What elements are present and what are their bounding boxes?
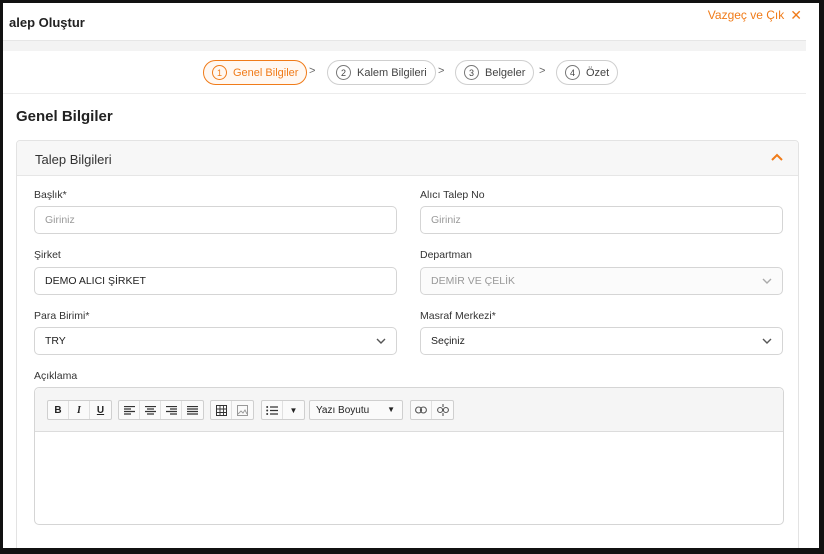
italic-button[interactable]: I: [69, 401, 90, 419]
chevron-right-icon: >: [309, 65, 316, 77]
chevron-down-icon: [762, 278, 772, 284]
insert-link-button[interactable]: [411, 401, 432, 419]
stepper: 1 Genel Bilgiler > 2 Kalem Bilgileri > 3…: [3, 51, 806, 94]
link-group: [410, 400, 454, 420]
unlink-icon: [436, 404, 449, 416]
close-icon: ✕: [790, 7, 802, 23]
step-label: Özet: [586, 66, 610, 79]
card-header[interactable]: Talep Bilgileri: [17, 141, 798, 176]
editor-content-area[interactable]: [35, 432, 783, 524]
font-size-select[interactable]: Yazı Boyutu ▼: [309, 400, 403, 420]
cancel-exit-label: Vazgeç ve Çık: [707, 8, 785, 22]
card-title: Talep Bilgileri: [35, 152, 112, 167]
step-ozet[interactable]: 4 Özet: [556, 60, 619, 85]
align-center-icon: [144, 405, 156, 415]
alignment-group: [118, 400, 204, 420]
insert-table-button[interactable]: [211, 401, 232, 419]
bullet-list-button[interactable]: [262, 401, 283, 419]
section-title: Genel Bilgiler: [16, 108, 113, 125]
sirket-value: DEMO ALICI ŞİRKET: [45, 275, 146, 287]
insert-image-button[interactable]: [232, 401, 253, 419]
bold-button[interactable]: B: [48, 401, 69, 419]
baslik-placeholder: Giriniz: [45, 214, 75, 226]
editor-toolbar: B I U ▼ Yazı Boyutu ▼: [35, 388, 783, 432]
unlink-button[interactable]: [432, 401, 453, 419]
font-size-label: Yazı Boyutu: [316, 404, 370, 416]
rich-text-editor: B I U ▼ Yazı Boyutu ▼: [34, 387, 784, 525]
alici-talep-no-label: Alıcı Talep No: [420, 189, 485, 201]
link-icon: [415, 406, 427, 414]
top-bar: alep Oluştur Vazgeç ve Çık ✕: [3, 3, 806, 41]
chevron-right-icon: >: [438, 65, 445, 77]
step-label: Belgeler: [485, 66, 526, 79]
text-style-group: B I U: [47, 400, 112, 420]
alici-talep-no-input[interactable]: Giriniz: [420, 206, 783, 234]
align-right-button[interactable]: [161, 401, 182, 419]
para-birimi-select[interactable]: TRY: [34, 327, 397, 355]
step-number: 1: [212, 65, 227, 80]
app-window: alep Oluştur Vazgeç ve Çık ✕ 1 Genel Bil…: [0, 0, 824, 554]
step-number: 2: [336, 65, 351, 80]
insert-group: [210, 400, 254, 420]
page-title: alep Oluştur: [9, 15, 85, 30]
chevron-down-icon: [376, 338, 386, 344]
step-kalem-bilgileri[interactable]: 2 Kalem Bilgileri: [327, 60, 436, 85]
masraf-merkezi-select[interactable]: Seçiniz: [420, 327, 783, 355]
alici-talep-no-placeholder: Giriniz: [431, 214, 461, 226]
departman-value: DEMİR VE ÇELİK: [431, 275, 516, 287]
sirket-input[interactable]: DEMO ALICI ŞİRKET: [34, 267, 397, 295]
aciklama-label: Açıklama: [34, 370, 78, 382]
justify-icon: [187, 405, 198, 415]
chevron-up-icon[interactable]: [770, 150, 784, 164]
baslik-input[interactable]: Giriniz: [34, 206, 397, 234]
masraf-merkezi-label: Masraf Merkezi*: [420, 310, 496, 322]
para-birimi-value: TRY: [45, 335, 66, 347]
bullet-list-icon: [266, 405, 278, 415]
departman-label: Departman: [420, 249, 472, 261]
para-birimi-label: Para Birimi*: [34, 310, 90, 322]
step-number: 4: [565, 65, 580, 80]
align-left-icon: [123, 405, 135, 415]
align-left-button[interactable]: [119, 401, 140, 419]
justify-button[interactable]: [182, 401, 203, 419]
sirket-label: Şirket: [34, 249, 61, 261]
step-genel-bilgiler[interactable]: 1 Genel Bilgiler: [203, 60, 308, 85]
list-options-dropdown[interactable]: ▼: [283, 401, 304, 419]
underline-button[interactable]: U: [90, 401, 111, 419]
step-label: Genel Bilgiler: [233, 66, 299, 79]
departman-select[interactable]: DEMİR VE ÇELİK: [420, 267, 783, 295]
align-center-button[interactable]: [140, 401, 161, 419]
caret-down-icon: ▼: [387, 405, 395, 414]
chevron-down-icon: [762, 338, 772, 344]
divider-band: [3, 41, 806, 51]
table-icon: [215, 404, 227, 416]
step-label: Kalem Bilgileri: [357, 66, 427, 79]
step-belgeler[interactable]: 3 Belgeler: [455, 60, 535, 85]
chevron-right-icon: >: [539, 65, 546, 77]
baslik-label: Başlık*: [34, 189, 67, 201]
cancel-exit-button[interactable]: Vazgeç ve Çık ✕: [708, 8, 802, 22]
step-number: 3: [464, 65, 479, 80]
masraf-merkezi-value: Seçiniz: [431, 335, 465, 347]
list-group: ▼: [261, 400, 305, 420]
align-right-icon: [165, 405, 177, 415]
image-icon: [237, 404, 248, 416]
